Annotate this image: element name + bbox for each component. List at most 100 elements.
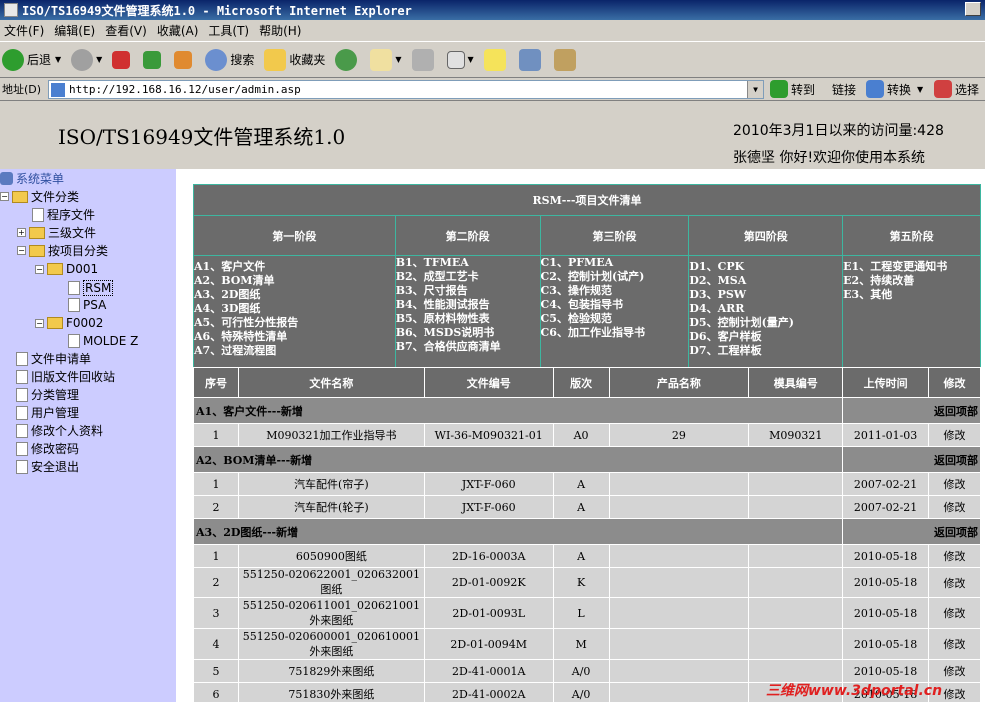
menu-help[interactable]: 帮助(H) bbox=[259, 22, 301, 39]
stage-link[interactable]: B5、原材料物性表 bbox=[396, 312, 540, 326]
stage-link[interactable]: D3、PSW bbox=[689, 288, 842, 302]
stage-link[interactable]: E2、持续改善 bbox=[843, 274, 980, 288]
discuss-button[interactable] bbox=[483, 48, 509, 71]
sidebar-menu: 系统菜单 − 文件分类 程序文件 + 三级文件 − 按项目分类 − D001 RSM P… bbox=[0, 169, 176, 702]
section-title[interactable]: A3、2D图纸---新增 bbox=[192, 518, 844, 545]
edit-link[interactable]: 修改 bbox=[928, 544, 981, 568]
stage-link[interactable]: A2、BOM清单 bbox=[194, 274, 395, 288]
menu-view[interactable]: 查看(V) bbox=[105, 22, 147, 39]
stage-link[interactable]: B2、成型工艺卡 bbox=[396, 270, 540, 284]
stage-link[interactable]: B3、尺寸报告 bbox=[396, 284, 540, 298]
note-icon bbox=[483, 48, 506, 71]
stage-link[interactable]: B1、TFMEA bbox=[396, 256, 540, 270]
stage-link[interactable]: A3、2D图纸 bbox=[194, 288, 395, 302]
tree-level3-files[interactable]: + 三级文件 bbox=[17, 224, 96, 241]
stage-link[interactable]: D2、MSA bbox=[689, 274, 842, 288]
stage-link[interactable]: D5、控制计划(量产) bbox=[689, 316, 842, 330]
history-button[interactable] bbox=[335, 48, 360, 71]
tree-change-password[interactable]: 修改密码 bbox=[16, 440, 79, 457]
address-input[interactable]: http://192.168.16.12/user/admin.asp ▼ bbox=[48, 80, 764, 99]
tree-f0002[interactable]: − F0002 bbox=[35, 316, 103, 330]
tree-psa[interactable]: PSA bbox=[68, 298, 106, 312]
edit-link[interactable]: 修改 bbox=[928, 628, 981, 660]
stage-link[interactable]: D6、客户样板 bbox=[689, 330, 842, 344]
stage-link[interactable]: C5、检验规范 bbox=[541, 312, 689, 326]
select-button[interactable]: 选择 bbox=[934, 80, 979, 98]
forward-arrow-icon bbox=[71, 48, 94, 71]
tree-file-apply[interactable]: 文件申请单 bbox=[16, 350, 91, 367]
stage-link[interactable]: C4、包装指导书 bbox=[541, 298, 689, 312]
menu-favorites[interactable]: 收藏(A) bbox=[157, 22, 199, 39]
table-row: 4 551250-020600001_020610001外来图纸 2D-01-009… bbox=[193, 628, 981, 660]
window-control-button[interactable] bbox=[965, 2, 981, 16]
edit-link[interactable]: 修改 bbox=[928, 423, 981, 447]
tree-user-manage[interactable]: 用户管理 bbox=[16, 404, 79, 421]
edit-link[interactable]: 修改 bbox=[928, 567, 981, 598]
section-title[interactable]: A1、客户文件---新增 bbox=[192, 397, 844, 424]
collapse-icon[interactable]: − bbox=[0, 192, 9, 201]
home-button[interactable] bbox=[174, 50, 195, 69]
stage-link[interactable]: A6、特殊特性清单 bbox=[194, 330, 395, 344]
stage-link[interactable]: C3、操作规范 bbox=[541, 284, 689, 298]
stop-button[interactable] bbox=[112, 50, 133, 69]
return-top-link[interactable]: 返回项部 bbox=[842, 397, 981, 424]
tree-d001[interactable]: − D001 bbox=[35, 262, 98, 276]
search-button[interactable]: 搜索 bbox=[205, 48, 254, 71]
stage-link[interactable]: D4、ARR bbox=[689, 302, 842, 316]
stage-link[interactable]: C2、控制计划(试产) bbox=[541, 270, 689, 284]
edit-link[interactable]: 修改 bbox=[928, 597, 981, 629]
tree-recycle-bin[interactable]: 旧版文件回收站 bbox=[16, 368, 115, 385]
refresh-button[interactable] bbox=[143, 50, 164, 69]
stage-link[interactable]: A7、过程流程图 bbox=[194, 344, 395, 358]
menu-file[interactable]: 文件(F) bbox=[4, 22, 44, 39]
links-button[interactable]: 链接 bbox=[832, 81, 856, 98]
go-button[interactable]: 转到 bbox=[770, 80, 815, 98]
stage-link[interactable]: B4、性能测试报告 bbox=[396, 298, 540, 312]
section-title[interactable]: A2、BOM清单---新增 bbox=[192, 446, 844, 473]
tree-category-manage[interactable]: 分类管理 bbox=[16, 386, 79, 403]
forward-button[interactable]: ▼ bbox=[71, 48, 102, 71]
edit-link[interactable]: 修改 bbox=[928, 495, 981, 519]
collapse-icon[interactable]: − bbox=[17, 246, 26, 255]
expand-icon[interactable]: + bbox=[17, 228, 26, 237]
menu-tools[interactable]: 工具(T) bbox=[208, 22, 249, 39]
tree-logout[interactable]: 安全退出 bbox=[16, 458, 79, 475]
stage-link[interactable]: E1、工程变更通知书 bbox=[843, 260, 980, 274]
stage-link[interactable]: E3、其他 bbox=[843, 288, 980, 302]
tree-procedure-files[interactable]: 程序文件 bbox=[32, 206, 95, 223]
tree-file-category[interactable]: − 文件分类 bbox=[0, 188, 79, 205]
stage-link[interactable]: A1、客户文件 bbox=[194, 260, 395, 274]
stage-link[interactable]: C6、加工作业指导书 bbox=[541, 326, 689, 340]
collapse-icon[interactable]: − bbox=[35, 264, 44, 274]
stage-link[interactable]: D1、CPK bbox=[689, 260, 842, 274]
print-button[interactable] bbox=[411, 48, 437, 71]
stage-link[interactable]: B6、MSDS说明书 bbox=[396, 326, 540, 340]
mail-button[interactable]: ▼ bbox=[370, 48, 402, 71]
stage-link[interactable]: C1、PFMEA bbox=[541, 256, 689, 270]
edit-button[interactable]: ▼ bbox=[446, 50, 474, 69]
tree-molde-z[interactable]: MOLDE Z bbox=[68, 334, 138, 348]
address-dropdown-icon[interactable]: ▼ bbox=[747, 81, 763, 98]
tree-root[interactable]: 系统菜单 bbox=[0, 170, 64, 187]
edit-link[interactable]: 修改 bbox=[928, 472, 981, 496]
document-icon bbox=[16, 423, 28, 438]
favorites-button[interactable]: 收藏夹 bbox=[264, 48, 325, 71]
messenger-button[interactable] bbox=[518, 48, 544, 71]
collapse-icon[interactable]: − bbox=[35, 318, 44, 328]
folder-open-icon bbox=[12, 190, 28, 203]
return-top-link[interactable]: 返回项部 bbox=[842, 446, 981, 473]
tree-by-project[interactable]: − 按项目分类 bbox=[17, 242, 108, 259]
menu-edit[interactable]: 编辑(E) bbox=[54, 22, 95, 39]
research-button[interactable] bbox=[553, 48, 579, 71]
tree-rsm[interactable]: RSM bbox=[68, 280, 114, 296]
convert-button[interactable]: 转换 ▼ bbox=[866, 80, 923, 98]
stage-link[interactable]: A4、3D图纸 bbox=[194, 302, 395, 316]
home-icon bbox=[174, 50, 193, 69]
return-top-link[interactable]: 返回项部 bbox=[842, 518, 981, 545]
back-button[interactable]: 后退 ▼ bbox=[2, 48, 61, 71]
tree-edit-profile[interactable]: 修改个人资料 bbox=[16, 422, 103, 439]
stage-link[interactable]: B7、合格供应商清单 bbox=[396, 340, 540, 354]
stage-link[interactable]: A5、可行性分性报告 bbox=[194, 316, 395, 330]
stage-link[interactable]: D7、工程样板 bbox=[689, 344, 842, 358]
table-row: 1 M090321加工作业指导书 WI-36-M090321-01 A0 29 M0903… bbox=[193, 423, 981, 447]
